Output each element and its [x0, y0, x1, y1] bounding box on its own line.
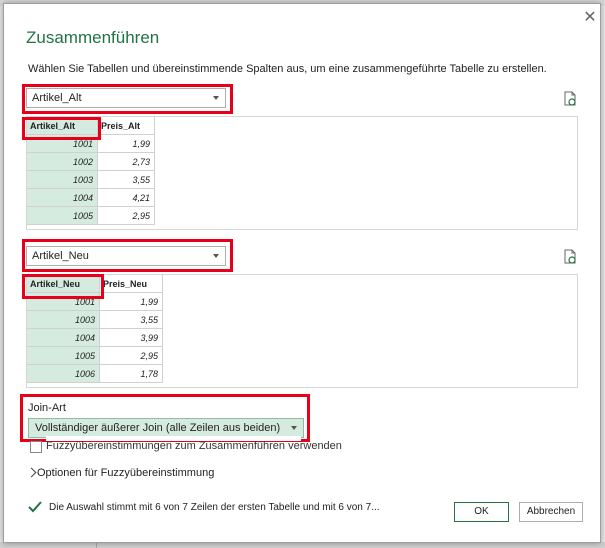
table-cell: 4,21 [97, 188, 155, 207]
table-cell: 1001 [27, 134, 98, 153]
second-table-select[interactable]: Artikel_Neu [26, 246, 226, 266]
table-row: 1001 1,99 [27, 292, 163, 311]
table-row: 1001 1,99 [27, 134, 155, 153]
table-cell: 2,73 [97, 152, 155, 171]
table-row: 1002 2,73 [27, 152, 155, 171]
second-table-grid: Artikel_Neu Preis_Neu 1001 1,99 1003 3,55 … [27, 275, 163, 383]
chevron-right-icon[interactable] [26, 467, 37, 478]
table-cell: 1005 [27, 346, 100, 365]
table-cell: 3,55 [99, 310, 163, 329]
table-cell: 2,95 [97, 206, 155, 225]
chevron-down-icon [213, 96, 219, 100]
table-cell: 1,99 [99, 292, 163, 311]
dialog-title: Zusammenführen [26, 28, 160, 47]
table-row: 1006 1,78 [27, 364, 163, 383]
second-table-select-value: Artikel_Neu [32, 250, 89, 262]
merge-dialog: ✕ Zusammenführen Wählen Sie Tabellen und… [3, 3, 601, 543]
overlap-mask [46, 436, 301, 441]
join-type-select-value: Vollständiger äußerer Join (alle Zeilen … [35, 422, 281, 434]
dialog-instruction: Wählen Sie Tabellen und übereinstimmende… [28, 63, 547, 75]
refresh-icon[interactable] [563, 91, 577, 107]
table-cell: 1004 [27, 328, 100, 347]
table-cell: 3,55 [97, 170, 155, 189]
table-cell: 1,78 [99, 364, 163, 383]
table-cell: 1002 [27, 152, 98, 171]
table-row: 1004 3,99 [27, 328, 163, 347]
first-table-preview: Artikel_Alt Preis_Alt 1001 1,99 1002 2,73 … [26, 116, 578, 230]
table-row: 1004 4,21 [27, 188, 155, 207]
table-row: 1003 3,55 [27, 310, 163, 329]
table-cell: 2,95 [99, 346, 163, 365]
table-cell: 1006 [27, 364, 100, 383]
table-row: 1003 3,55 [27, 170, 155, 189]
table-cell: 1,99 [97, 134, 155, 153]
column-header-preis-neu[interactable]: Preis_Neu [99, 275, 163, 293]
close-icon[interactable]: ✕ [582, 10, 598, 26]
join-type-select[interactable]: Vollständiger äußerer Join (alle Zeilen … [28, 418, 304, 438]
table-cell: 1003 [27, 310, 100, 329]
match-status-text: Die Auswahl stimmt mit 6 von 7 Zeilen de… [49, 502, 380, 513]
second-table-preview: Artikel_Neu Preis_Neu 1001 1,99 1003 3,55 … [26, 274, 578, 388]
column-header-artikel-alt[interactable]: Artikel_Alt [27, 117, 98, 135]
first-table-select[interactable]: Artikel_Alt [26, 88, 226, 108]
chevron-down-icon [291, 426, 297, 430]
chevron-down-icon [213, 254, 219, 258]
table-cell: 1003 [27, 170, 98, 189]
table-cell: 1001 [27, 292, 100, 311]
column-header-artikel-neu[interactable]: Artikel_Neu [27, 275, 100, 293]
table-row: 1005 2,95 [27, 346, 163, 365]
refresh-icon[interactable] [563, 249, 577, 265]
first-table-select-value: Artikel_Alt [32, 92, 82, 104]
join-type-label: Join-Art [28, 402, 66, 414]
table-cell: 1005 [27, 206, 98, 225]
table-cell: 3,99 [99, 328, 163, 347]
check-icon [28, 501, 42, 513]
ok-button[interactable]: OK [454, 502, 509, 522]
cancel-button[interactable]: Abbrechen [519, 502, 583, 522]
table-row: 1005 2,95 [27, 206, 155, 225]
first-table-grid: Artikel_Alt Preis_Alt 1001 1,99 1002 2,73 … [27, 117, 155, 225]
fuzzy-matching-label: Fuzzyübereinstimmungen zum Zusammenführe… [46, 440, 342, 452]
column-header-preis-alt[interactable]: Preis_Alt [97, 117, 155, 135]
table-cell: 1004 [27, 188, 98, 207]
fuzzy-matching-checkbox[interactable] [30, 441, 42, 453]
fuzzy-options-toggle[interactable]: Optionen für Fuzzyübereinstimmung [37, 467, 214, 479]
